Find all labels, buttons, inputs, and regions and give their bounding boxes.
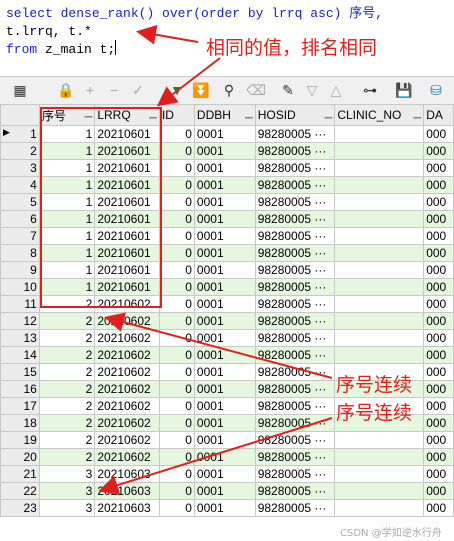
annotation-same-rank: 相同的值，排名相同 xyxy=(206,37,378,59)
arrow-to-row-11 xyxy=(104,312,333,379)
annotation-continuous-1: 序号连续 xyxy=(336,374,413,396)
annotation-arrows xyxy=(98,24,333,495)
arrow-to-row-21 xyxy=(98,417,333,495)
watermark: CSDN @学如逆水行舟 xyxy=(340,528,442,539)
arrow-to-code xyxy=(136,24,199,45)
arrow-to-box xyxy=(156,57,221,107)
annotation-continuous-2: 序号连续 xyxy=(336,402,413,424)
